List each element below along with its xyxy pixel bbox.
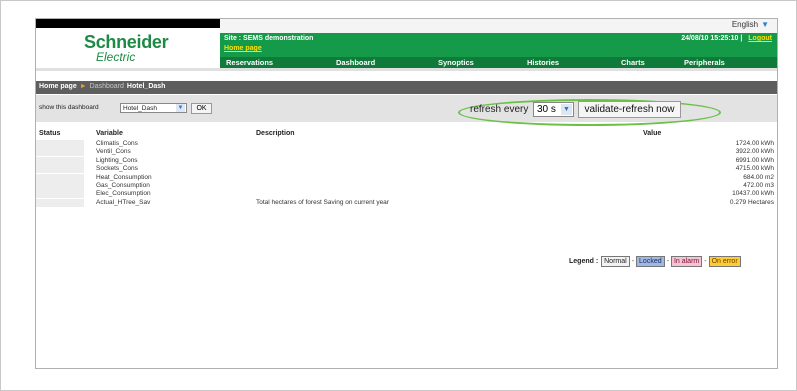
arrow-right-icon: ►: [79, 83, 87, 90]
variable-cell: Heat_Consumption: [96, 173, 152, 181]
column-variable: Variable: [96, 130, 123, 137]
nav-peripherals[interactable]: Peripherals: [684, 58, 725, 67]
status-cell: [36, 198, 84, 207]
nav-histories[interactable]: Histories: [527, 58, 559, 67]
breadcrumb-bar: Home page ► Dashboard Hotel_Dash: [36, 81, 777, 94]
breadcrumb-current: Hotel_Dash: [126, 83, 166, 90]
chevron-down-icon: ▼: [761, 20, 769, 29]
refresh-label: refresh every: [470, 104, 529, 115]
status-cell: [36, 173, 84, 182]
description-cell: Total hectares of forest Saving on curre…: [256, 198, 389, 206]
table-row[interactable]: Climatis_Cons 1724.00 kWh: [36, 140, 777, 148]
logo-area: Schneider Electric: [36, 19, 220, 68]
site-label: Site : SEMS demonstration: [224, 35, 314, 42]
nav-charts[interactable]: Charts: [621, 58, 645, 67]
variable-cell: Ventil_Cons: [96, 148, 131, 156]
status-cell: [36, 156, 84, 165]
legend-label: Legend :: [569, 258, 599, 265]
chevron-down-icon: ▼: [561, 104, 572, 115]
ok-button[interactable]: OK: [191, 103, 212, 114]
variable-cell: Climatis_Cons: [96, 140, 138, 147]
nav-dashboard[interactable]: Dashboard: [336, 58, 375, 67]
column-status: Status: [39, 130, 61, 137]
status-cell: [36, 148, 84, 157]
status-cell: [36, 140, 84, 148]
datetime-text: 24/08/10 15:25:10: [681, 35, 739, 42]
status-cell: [36, 190, 84, 199]
variable-cell: Lighting_Cons: [96, 156, 138, 164]
legend-locked: Locked: [636, 256, 665, 267]
value-cell: 3922.00 kWh: [735, 148, 774, 156]
value-cell: 1724.00 kWh: [735, 140, 774, 147]
main-nav: Reservations Dashboard Synoptics Histori…: [220, 57, 777, 68]
site-header: Site : SEMS demonstration Home page 24/0…: [220, 33, 777, 57]
variable-cell: Actual_HTree_Sav: [96, 198, 151, 206]
logo-top-bar: [36, 19, 220, 28]
top-strip: English ▼: [220, 19, 777, 33]
home-page-link[interactable]: Home page: [224, 45, 262, 52]
value-cell: 6991.00 kWh: [735, 156, 774, 164]
legend-in-alarm: In alarm: [670, 256, 703, 267]
language-value: English: [731, 20, 759, 29]
app-window: Schneider Electric English ▼ Site : SEMS …: [35, 18, 778, 369]
variable-cell: Gas_Consumption: [96, 181, 150, 189]
table-row[interactable]: Ventil_Cons 3922.00 kWh: [36, 148, 777, 157]
breadcrumb: Home page ► Dashboard Hotel_Dash: [39, 83, 165, 90]
table-row[interactable]: Sockets_Cons 4715.00 kWh: [36, 165, 777, 174]
refresh-interval-select[interactable]: 30 s ▼: [533, 102, 574, 117]
brand-logo-sub: Electric: [96, 50, 136, 64]
screenshot-border: Schneider Electric English ▼ Site : SEMS …: [0, 0, 797, 391]
column-description: Description: [256, 130, 295, 137]
table-row[interactable]: Gas_Consumption 472.00 m3: [36, 181, 777, 190]
dashboard-select-value: Hotel_Dash: [123, 105, 157, 112]
variables-table: Climatis_Cons 1724.00 kWh Ventil_Cons 39…: [36, 140, 777, 207]
table-row[interactable]: Lighting_Cons 6991.00 kWh: [36, 156, 777, 165]
value-cell: 472.00 m3: [743, 181, 774, 189]
status-cell: [36, 165, 84, 174]
status-legend: Legend : Normal - Locked - In alarm - On error: [569, 256, 742, 267]
chevron-down-icon: ▼: [176, 104, 185, 112]
language-selector[interactable]: English ▼: [732, 20, 769, 29]
nav-reservations[interactable]: Reservations: [226, 58, 273, 67]
variable-cell: Elec_Consumption: [96, 190, 151, 198]
validate-refresh-button[interactable]: validate-refresh now: [578, 101, 681, 118]
table-header: Status Variable Description Value: [36, 130, 777, 138]
header-divider: [36, 68, 777, 71]
column-value: Value: [643, 130, 662, 137]
legend-on-error: On error: [708, 256, 741, 267]
logout-link[interactable]: Logout: [748, 35, 772, 42]
nav-synoptics[interactable]: Synoptics: [438, 58, 474, 67]
value-cell: 0.279 Hectares: [729, 198, 774, 206]
dashboard-controls: show this dashboard Hotel_Dash ▼ OK refr…: [36, 95, 777, 126]
date-time-area: 24/08/10 15:25:10 | Logout: [681, 35, 772, 42]
breadcrumb-home[interactable]: Home page: [39, 83, 77, 90]
value-cell: 10437.00 kWh: [732, 190, 774, 198]
variable-cell: Sockets_Cons: [96, 165, 138, 173]
breadcrumb-dashboard[interactable]: Dashboard: [90, 83, 124, 90]
dashboard-select[interactable]: Hotel_Dash ▼: [120, 103, 187, 113]
legend-normal: Normal: [601, 256, 630, 267]
table-row[interactable]: Heat_Consumption 684.00 m2: [36, 173, 777, 182]
value-cell: 684.00 m2: [743, 173, 774, 181]
table-row[interactable]: Actual_HTree_Sav Total hectares of fores…: [36, 198, 777, 207]
value-cell: 4715.00 kWh: [735, 165, 774, 173]
status-cell: [36, 181, 84, 190]
refresh-interval-value: 30 s: [537, 104, 556, 115]
show-dashboard-label: show this dashboard: [39, 104, 99, 111]
table-row[interactable]: Elec_Consumption 10437.00 kWh: [36, 190, 777, 199]
